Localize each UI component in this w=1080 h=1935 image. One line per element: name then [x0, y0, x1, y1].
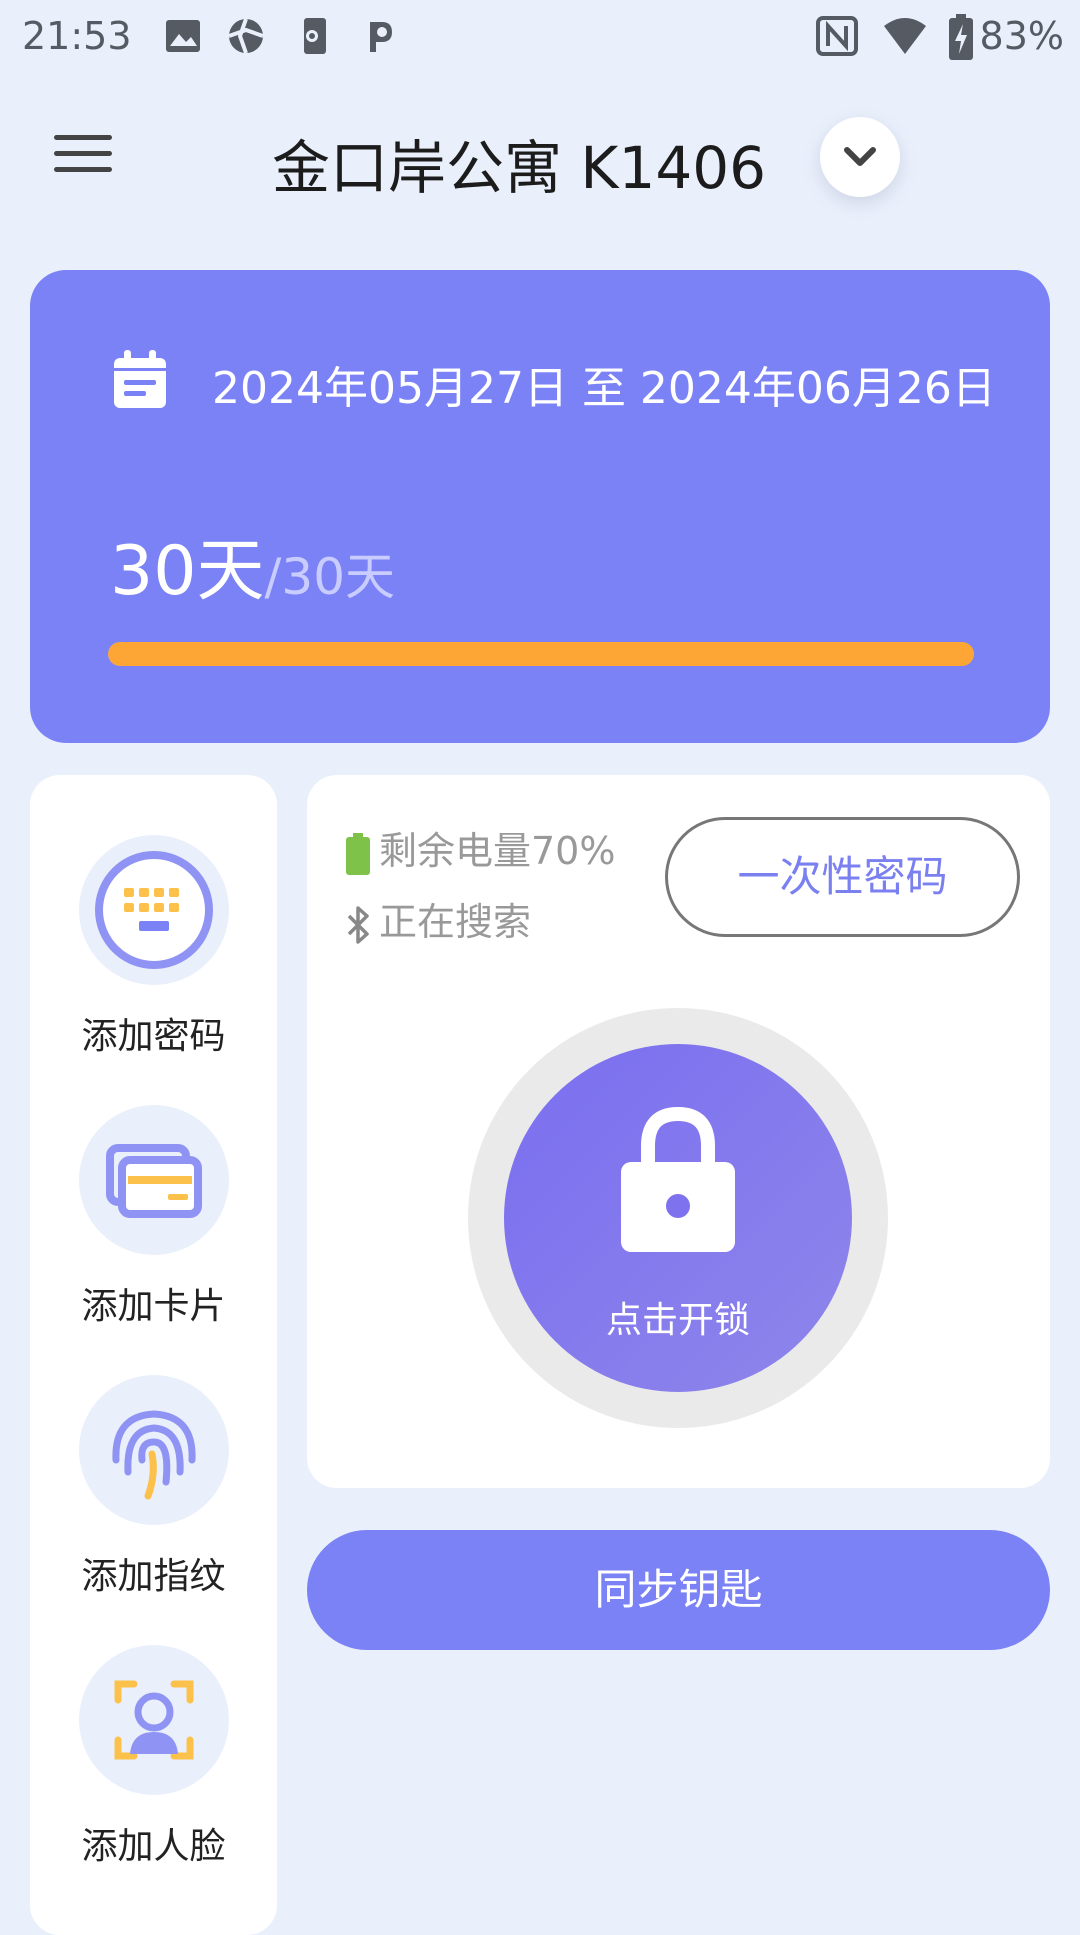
keypad-icon	[94, 851, 213, 969]
add-face-label: 添加人脸	[81, 1826, 226, 1867]
battery-status: 剩余电量70%	[345, 820, 615, 875]
p-icon	[370, 22, 392, 52]
lease-progress-fill	[108, 642, 974, 666]
battery-charging-icon	[949, 14, 973, 60]
add-card-label: 添加卡片	[81, 1286, 226, 1327]
sync-keys-button[interactable]: 同步钥匙	[307, 1530, 1050, 1650]
bluetooth-status: 正在搜索	[345, 891, 531, 946]
battery-icon	[346, 832, 370, 875]
device-settings-icon	[304, 18, 326, 54]
unlock-button[interactable]: 点击开锁	[504, 1044, 852, 1392]
unlock-label: 点击开锁	[605, 1300, 750, 1341]
add-fingerprint-button[interactable]: 添加指纹	[30, 1375, 277, 1599]
page-title: 金口岸公寓 K1406	[272, 134, 767, 202]
add-face-button[interactable]: 添加人脸	[30, 1645, 277, 1869]
lease-date-range: 2024年05月27日 至 2024年06月26日	[212, 363, 996, 414]
fingerprint-icon	[111, 1410, 196, 1500]
image-icon	[166, 20, 200, 52]
lease-card: 2024年05月27日 至 2024年06月26日 30天/30天	[30, 270, 1050, 743]
battery-percent: 83%	[979, 14, 1064, 58]
hamburger-menu-icon[interactable]	[54, 135, 112, 179]
battery-text: 剩余电量70%	[379, 829, 616, 873]
lock-icon	[621, 1106, 735, 1252]
bluetooth-icon	[347, 905, 369, 944]
status-time: 21:53	[22, 14, 132, 58]
nfc-icon	[816, 16, 858, 56]
property-dropdown-button[interactable]	[820, 117, 900, 197]
days-total: /30天	[264, 548, 395, 606]
days-remaining-value: 30天	[110, 532, 265, 611]
calendar-icon	[114, 350, 166, 408]
wifi-icon	[884, 18, 926, 54]
days-remaining: 30天/30天	[110, 515, 395, 614]
add-fingerprint-label: 添加指纹	[81, 1556, 226, 1597]
one-time-password-button[interactable]: 一次性密码	[665, 817, 1020, 937]
lock-control-card: 剩余电量70% 正在搜索 一次性密码 点击开锁	[307, 775, 1050, 1488]
chevron-down-icon	[844, 147, 876, 166]
quick-actions-panel: 添加密码 添加卡片 添加指纹 添加人脸	[30, 775, 277, 1935]
add-password-label: 添加密码	[81, 1016, 226, 1057]
add-password-button[interactable]: 添加密码	[30, 835, 277, 1059]
aperture-icon	[228, 18, 264, 54]
add-card-button[interactable]: 添加卡片	[30, 1105, 277, 1329]
bluetooth-text: 正在搜索	[379, 900, 532, 944]
status-bar: 21:53 83%	[0, 0, 1080, 80]
top-bar: 金口岸公寓 K1406	[0, 95, 1080, 220]
lease-progress-bar	[108, 642, 974, 666]
face-scan-icon	[114, 1680, 193, 1760]
card-icon	[105, 1144, 202, 1218]
